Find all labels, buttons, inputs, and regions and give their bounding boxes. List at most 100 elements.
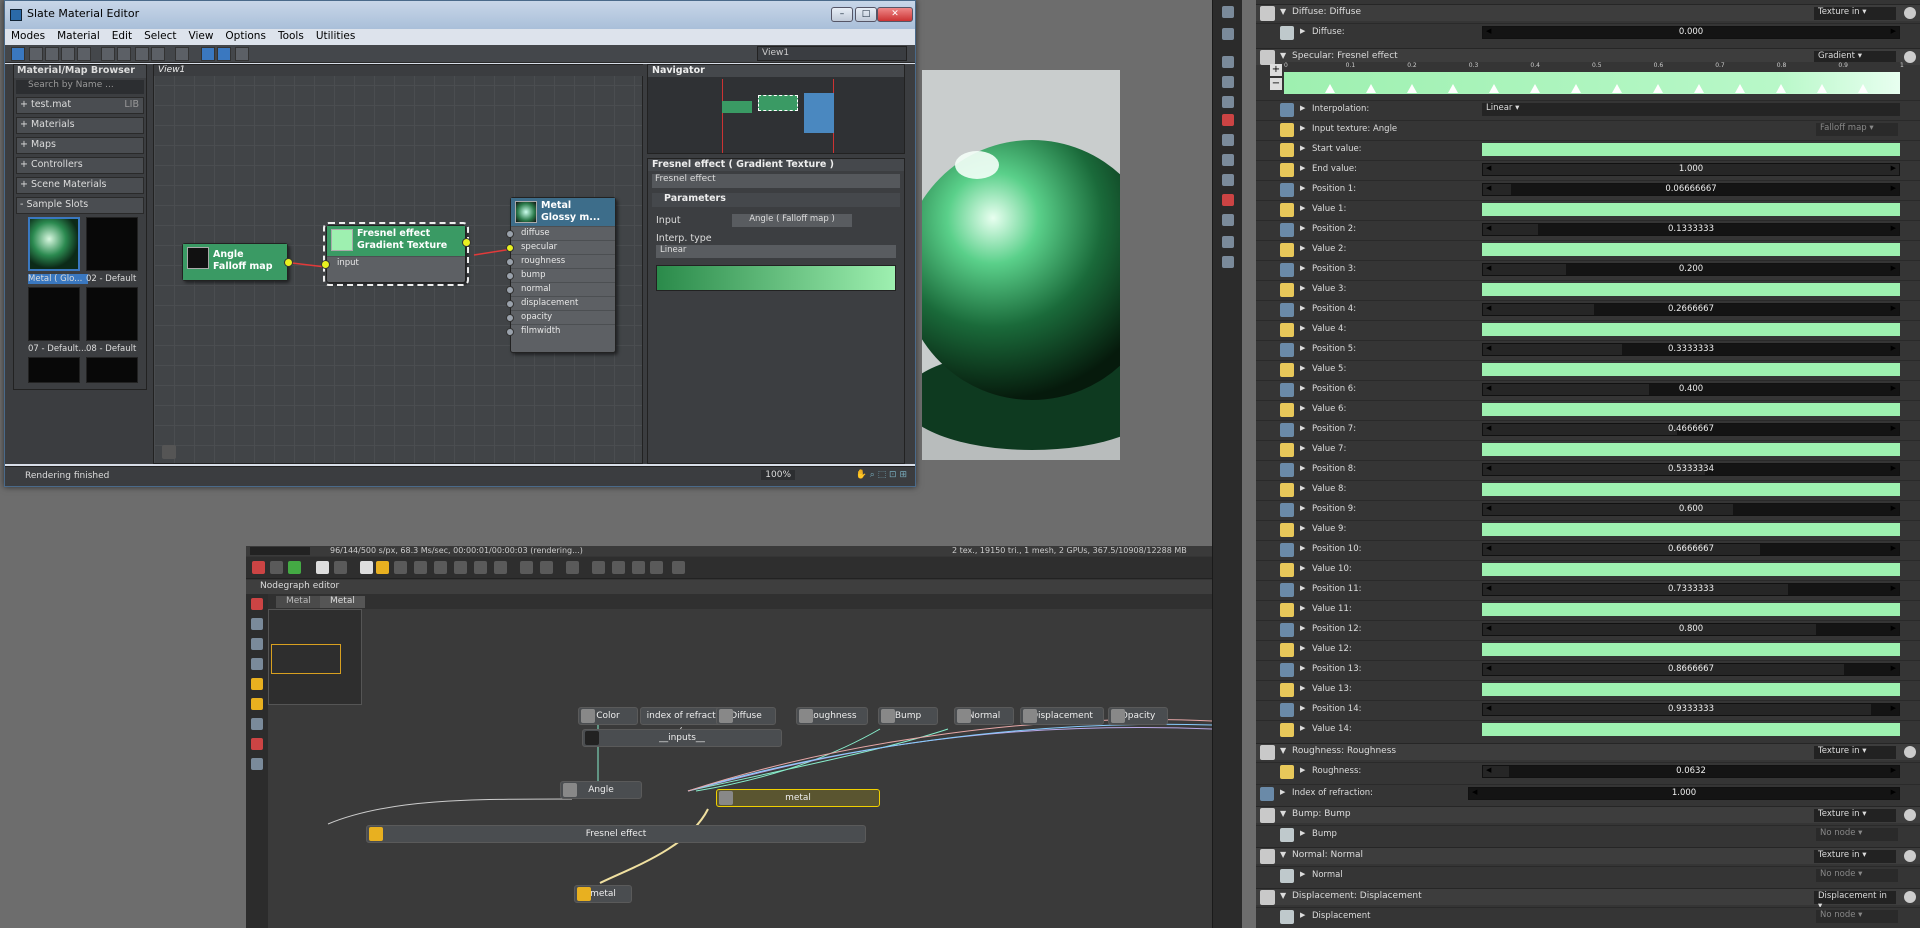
graph-node-diffuse[interactable]: Diffuse: [716, 707, 776, 725]
graph-node-metal-output[interactable]: metal: [574, 885, 632, 903]
value-slider[interactable]: ◀ ▶ 1.000: [1468, 787, 1900, 800]
texture-icon[interactable]: [1280, 323, 1294, 337]
expand-arrow-icon[interactable]: ▶: [1300, 424, 1305, 432]
expand-arrow-icon[interactable]: ▶: [1300, 204, 1305, 212]
environment-icon[interactable]: [1222, 76, 1234, 88]
graph-node-color[interactable]: Color: [578, 707, 638, 725]
expand-arrow-icon[interactable]: ▶: [1300, 684, 1305, 692]
list-icon[interactable]: [251, 758, 263, 770]
value-slider[interactable]: ◀ ▶ 0.3333333: [1482, 343, 1900, 356]
medium-icon[interactable]: [251, 738, 263, 750]
slot-bump[interactable]: bump: [506, 268, 615, 282]
save-image-icon[interactable]: [612, 561, 625, 574]
group-scene-materials[interactable]: + Scene Materials: [16, 177, 144, 194]
camera-icon[interactable]: [394, 561, 407, 574]
section-header[interactable]: ▼ Displacement: Displacement Displacement …: [1256, 888, 1920, 911]
float-icon[interactable]: [1280, 663, 1294, 677]
expand-arrow-icon[interactable]: ▼: [1280, 809, 1286, 818]
expand-arrow-icon[interactable]: ▶: [1300, 664, 1305, 672]
expand-arrow-icon[interactable]: ▶: [1300, 704, 1305, 712]
graph-node-opacity[interactable]: Opacity: [1108, 707, 1168, 725]
group-maps[interactable]: + Maps: [16, 137, 144, 154]
zoom-dropdown[interactable]: 100%: [761, 470, 795, 480]
value-slider[interactable]: ◀ ▶ 0.400: [1482, 383, 1900, 396]
clay-icon[interactable]: [566, 561, 579, 574]
swatch-icon[interactable]: [1280, 910, 1294, 924]
expand-arrow-icon[interactable]: ▶: [1300, 27, 1305, 35]
texture-icon[interactable]: [1280, 683, 1294, 697]
light-icon[interactable]: [1222, 256, 1234, 268]
texture-icon[interactable]: [1280, 563, 1294, 577]
expand-arrow-icon[interactable]: ▶: [1300, 224, 1305, 232]
gradient-stop-handle[interactable]: [1407, 84, 1417, 93]
menu-icon[interactable]: [1222, 6, 1234, 18]
graph-node-bump[interactable]: Bump: [878, 707, 938, 725]
color-swatch[interactable]: [1482, 443, 1900, 456]
float-icon[interactable]: [1280, 263, 1294, 277]
gradient-stop-handle[interactable]: [1694, 84, 1704, 93]
texture-icon[interactable]: [1280, 723, 1294, 737]
gradient-editor[interactable]: 0 0.1 0.2 0.3 0.4 0.5 0.6 0.7 0.8 0.9 1: [1284, 62, 1904, 96]
expand-arrow-icon[interactable]: ▶: [1300, 870, 1305, 878]
play-icon[interactable]: [376, 561, 389, 574]
focus-icon[interactable]: [434, 561, 447, 574]
section-mode-dropdown[interactable]: Texture in ▾: [1814, 809, 1896, 822]
expand-arrow-icon[interactable]: ▶: [1300, 344, 1305, 352]
expand-arrow-icon[interactable]: ▶: [1300, 104, 1305, 112]
float-icon[interactable]: [1280, 623, 1294, 637]
expand-arrow-icon[interactable]: ▶: [1300, 911, 1305, 919]
value-slider[interactable]: ◀ ▶ 0.6666667: [1482, 543, 1900, 556]
expand-arrow-icon[interactable]: ▶: [1300, 384, 1305, 392]
group-sample-slots[interactable]: - Sample Slots: [16, 197, 144, 214]
browser-toggle-icon[interactable]: [201, 47, 215, 61]
select-tool-icon[interactable]: [11, 47, 25, 61]
section-header[interactable]: ▼ Diffuse: Diffuse Texture in ▾: [1256, 4, 1920, 21]
value-slider[interactable]: ◀ ▶ 1.000: [1482, 163, 1900, 176]
pick-material-icon[interactable]: [29, 47, 43, 61]
output-port[interactable]: [284, 258, 293, 267]
expand-arrow-icon[interactable]: ▼: [1280, 891, 1286, 900]
texture-icon[interactable]: [1280, 643, 1294, 657]
expand-arrow-icon[interactable]: ▶: [1300, 524, 1305, 532]
texture-icon[interactable]: [1280, 443, 1294, 457]
pick-object-icon[interactable]: [494, 561, 507, 574]
float-icon[interactable]: [1280, 543, 1294, 557]
imager-icon[interactable]: [1222, 114, 1234, 126]
params-toggle-icon[interactable]: [217, 47, 231, 61]
postproc-icon[interactable]: [1222, 134, 1234, 146]
slot-opacity[interactable]: opacity: [506, 310, 615, 324]
remove-stop-button[interactable]: −: [1270, 78, 1282, 90]
expand-arrow-icon[interactable]: ▶: [1300, 264, 1305, 272]
color-swatch[interactable]: [1482, 483, 1900, 496]
float-icon[interactable]: [1260, 787, 1274, 801]
node-fresnel-effect[interactable]: Fresnel effect Gradient Texture input: [321, 222, 471, 286]
menu-options[interactable]: Options: [225, 30, 266, 44]
value-slider[interactable]: ◀ ▶ 0.0632: [1482, 765, 1900, 778]
close-button[interactable]: ✕: [877, 7, 913, 22]
select-by-material-icon[interactable]: [235, 47, 249, 61]
no-node-dropdown[interactable]: No node ▾: [1816, 910, 1898, 923]
expand-arrow-icon[interactable]: ▶: [1300, 624, 1305, 632]
browser-search-input[interactable]: Search by Name ...: [16, 80, 144, 94]
no-node-dropdown[interactable]: No node ▾: [1816, 828, 1898, 841]
layout-all-icon[interactable]: [175, 47, 189, 61]
render-target-icon[interactable]: [1222, 28, 1234, 40]
no-node-dropdown[interactable]: No node ▾: [1816, 869, 1898, 882]
float-icon[interactable]: [1280, 423, 1294, 437]
color-swatch[interactable]: [1482, 243, 1900, 256]
pause-icon[interactable]: [360, 561, 373, 574]
expand-arrow-icon[interactable]: ▶: [1300, 304, 1305, 312]
render-layer-icon[interactable]: [632, 561, 645, 574]
texture-icon[interactable]: [1280, 283, 1294, 297]
texture-icon[interactable]: [1280, 523, 1294, 537]
slot-roughness[interactable]: roughness: [506, 254, 615, 268]
graph-node-fresnel[interactable]: Fresnel effect: [366, 825, 866, 843]
color-swatch[interactable]: [1482, 603, 1900, 616]
nodegraph-canvas[interactable]: Color index of refraction (n... Diffuse …: [268, 609, 1212, 928]
value-slider[interactable]: ◀ ▶ 0.600: [1482, 503, 1900, 516]
restart-icon[interactable]: [334, 561, 347, 574]
pick-material-icon[interactable]: [474, 561, 487, 574]
graph-node-normal[interactable]: Normal: [954, 707, 1014, 725]
sample-slot-08[interactable]: [86, 287, 138, 341]
value-slider[interactable]: ◀ ▶ 0.8666667: [1482, 663, 1900, 676]
